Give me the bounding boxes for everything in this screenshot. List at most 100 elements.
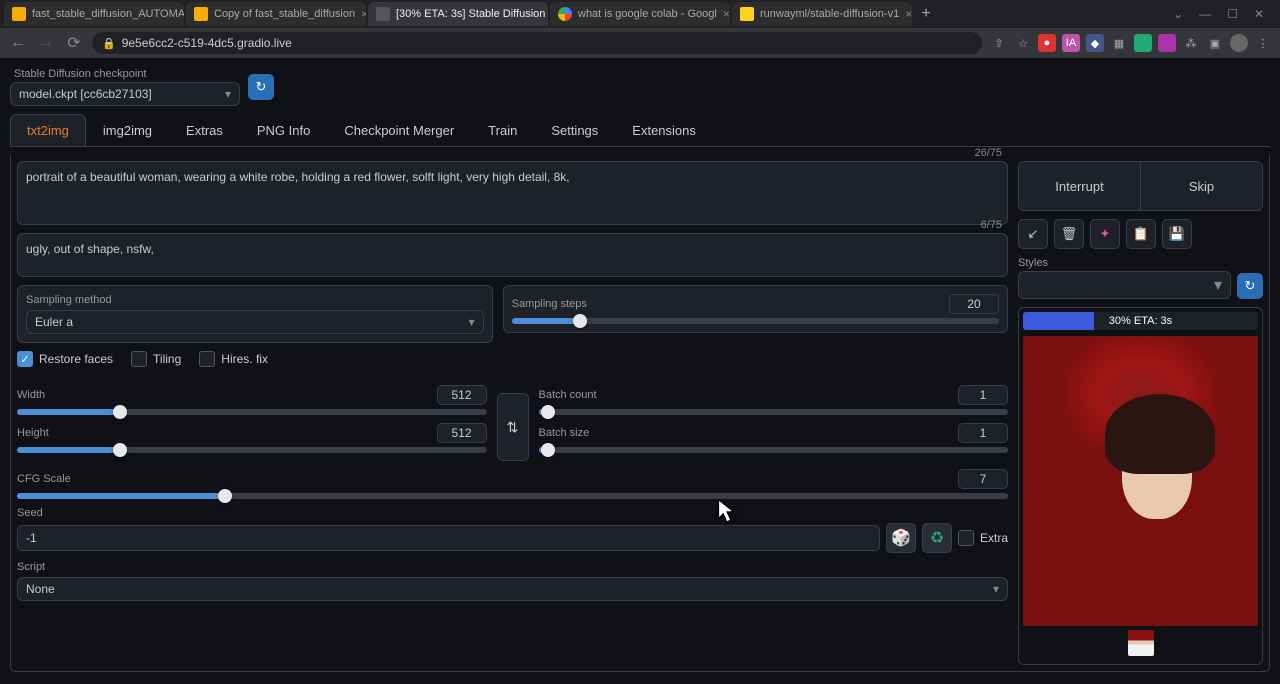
chevron-down-icon[interactable]: ⌄ [1173, 7, 1183, 21]
generated-image [1023, 336, 1258, 626]
sampling-steps-label: Sampling steps [512, 298, 587, 310]
batch-count-slider[interactable] [539, 409, 1009, 415]
height-value[interactable]: 512 [437, 423, 487, 443]
browser-tab-4[interactable]: runwayml/stable-diffusion-v1 × [732, 2, 912, 26]
tiling-checkbox[interactable]: Tiling [131, 351, 181, 367]
ext-icon-4[interactable]: ▦ [1110, 34, 1128, 52]
seed-label: Seed [17, 507, 1008, 519]
checkpoint-label: Stable Diffusion checkpoint [10, 68, 240, 80]
tab-title: [30% ETA: 3s] Stable Diffusion [396, 8, 545, 20]
width-slider[interactable] [17, 409, 487, 415]
browser-tab-strip: fast_stable_diffusion_AUTOMA× Copy of fa… [0, 0, 1280, 28]
back-icon[interactable]: ← [8, 33, 28, 53]
url-text: 9e5e6cc2-c519-4dc5.gradio.live [122, 36, 292, 50]
clear-prompt-button[interactable]: 🗑 [1054, 219, 1084, 249]
maximize-icon[interactable]: ☐ [1227, 7, 1238, 21]
panel-icon[interactable]: ▣ [1206, 34, 1224, 52]
sampling-method-label: Sampling method [26, 294, 484, 306]
close-icon[interactable]: × [361, 7, 366, 21]
interrupt-button[interactable]: Interrupt [1019, 162, 1141, 210]
seed-input[interactable]: -1 [17, 525, 880, 551]
tab-pnginfo[interactable]: PNG Info [240, 114, 327, 146]
batch-size-value[interactable]: 1 [958, 423, 1008, 443]
tab-title: runwayml/stable-diffusion-v1 [760, 8, 899, 20]
sampling-method-select[interactable]: Euler a [26, 310, 484, 334]
cfg-value[interactable]: 7 [958, 469, 1008, 489]
progress-text: 30% ETA: 3s [1109, 315, 1172, 327]
styles-select[interactable] [1018, 271, 1231, 299]
sampling-steps-value[interactable]: 20 [949, 294, 999, 314]
hires-fix-checkbox[interactable]: Hires. fix [199, 351, 268, 367]
lock-icon: 🔒 [102, 37, 116, 50]
refresh-checkpoint-button[interactable]: ↻ [248, 74, 274, 100]
close-icon[interactable]: × [723, 7, 730, 21]
tab-img2img[interactable]: img2img [86, 114, 169, 146]
browser-tab-1[interactable]: Copy of fast_stable_diffusion × [186, 2, 366, 26]
browser-tab-3[interactable]: what is google colab - Googl × [550, 2, 730, 26]
clipboard-button[interactable]: 📋 [1126, 219, 1156, 249]
extensions-icon[interactable]: ⁂ [1182, 34, 1200, 52]
tab-checkpoint-merger[interactable]: Checkpoint Merger [327, 114, 471, 146]
browser-tab-0[interactable]: fast_stable_diffusion_AUTOMA× [4, 2, 184, 26]
output-thumbnail[interactable] [1128, 630, 1154, 656]
batch-size-slider[interactable] [539, 447, 1009, 453]
profile-icon[interactable] [1230, 34, 1248, 52]
batch-count-label: Batch count [539, 389, 597, 401]
progress-bar: 30% ETA: 3s [1023, 312, 1258, 330]
batch-size-label: Batch size [539, 427, 590, 439]
ext-icon-5[interactable] [1134, 34, 1152, 52]
minimize-icon[interactable]: — [1199, 7, 1211, 21]
address-bar: ← → ⟳ 🔒 9e5e6cc2-c519-4dc5.gradio.live ⇧… [0, 28, 1280, 58]
tab-txt2img[interactable]: txt2img [10, 114, 86, 146]
share-icon[interactable]: ⇧ [990, 34, 1008, 52]
menu-icon[interactable]: ⋮ [1254, 34, 1272, 52]
height-label: Height [17, 427, 49, 439]
ext-icon-6[interactable] [1158, 34, 1176, 52]
ext-icon-1[interactable]: ● [1038, 34, 1056, 52]
batch-count-value[interactable]: 1 [958, 385, 1008, 405]
width-label: Width [17, 389, 45, 401]
swap-dimensions-button[interactable]: ⇅ [497, 393, 529, 461]
seed-extra-checkbox[interactable]: Extra [958, 530, 1008, 546]
arrow-tool-button[interactable]: ↙ [1018, 219, 1048, 249]
tab-extras[interactable]: Extras [169, 114, 240, 146]
close-window-icon[interactable]: ✕ [1254, 7, 1264, 21]
output-image-viewer[interactable]: ✕ [1023, 336, 1258, 626]
close-icon[interactable]: × [905, 7, 912, 21]
script-label: Script [17, 561, 1008, 573]
browser-tab-2[interactable]: [30% ETA: 3s] Stable Diffusion× [368, 2, 548, 26]
restore-faces-checkbox[interactable]: Restore faces [17, 351, 113, 367]
sampling-steps-slider[interactable] [512, 318, 999, 324]
styles-label: Styles [1018, 257, 1231, 269]
tab-title: what is google colab - Googl [578, 8, 717, 20]
negative-prompt-input[interactable]: ugly, out of shape, nsfw, [17, 233, 1008, 277]
seed-reuse-button[interactable]: ♻ [922, 523, 952, 553]
tab-title: fast_stable_diffusion_AUTOMA [32, 8, 184, 20]
forward-icon[interactable]: → [36, 33, 56, 53]
positive-token-count: 26/75 [974, 147, 1002, 159]
refresh-styles-button[interactable]: ↻ [1237, 273, 1263, 299]
script-select[interactable]: None [17, 577, 1008, 601]
tab-settings[interactable]: Settings [534, 114, 615, 146]
bookmark-icon[interactable]: ☆ [1014, 34, 1032, 52]
url-input[interactable]: 🔒 9e5e6cc2-c519-4dc5.gradio.live [92, 32, 982, 54]
cfg-slider[interactable] [17, 493, 1008, 499]
width-value[interactable]: 512 [437, 385, 487, 405]
reload-icon[interactable]: ⟳ [64, 33, 84, 53]
height-slider[interactable] [17, 447, 487, 453]
tab-extensions[interactable]: Extensions [615, 114, 713, 146]
skip-button[interactable]: Skip [1141, 162, 1262, 210]
checkpoint-select[interactable]: model.ckpt [cc6cb27103] [10, 82, 240, 106]
progress-fill [1023, 312, 1094, 330]
main-tab-strip: txt2img img2img Extras PNG Info Checkpoi… [10, 114, 1270, 147]
save-style-button[interactable]: 💾 [1162, 219, 1192, 249]
style-apply-button[interactable]: ✦ [1090, 219, 1120, 249]
ext-icon-2[interactable]: IA [1062, 34, 1080, 52]
seed-random-button[interactable]: 🎲 [886, 523, 916, 553]
new-tab-button[interactable]: + [914, 2, 938, 26]
ext-icon-3[interactable]: ◆ [1086, 34, 1104, 52]
positive-prompt-input[interactable]: portrait of a beautiful woman, wearing a… [17, 161, 1008, 225]
tab-title: Copy of fast_stable_diffusion [214, 8, 355, 20]
negative-token-count: 6/75 [981, 219, 1002, 231]
tab-train[interactable]: Train [471, 114, 534, 146]
